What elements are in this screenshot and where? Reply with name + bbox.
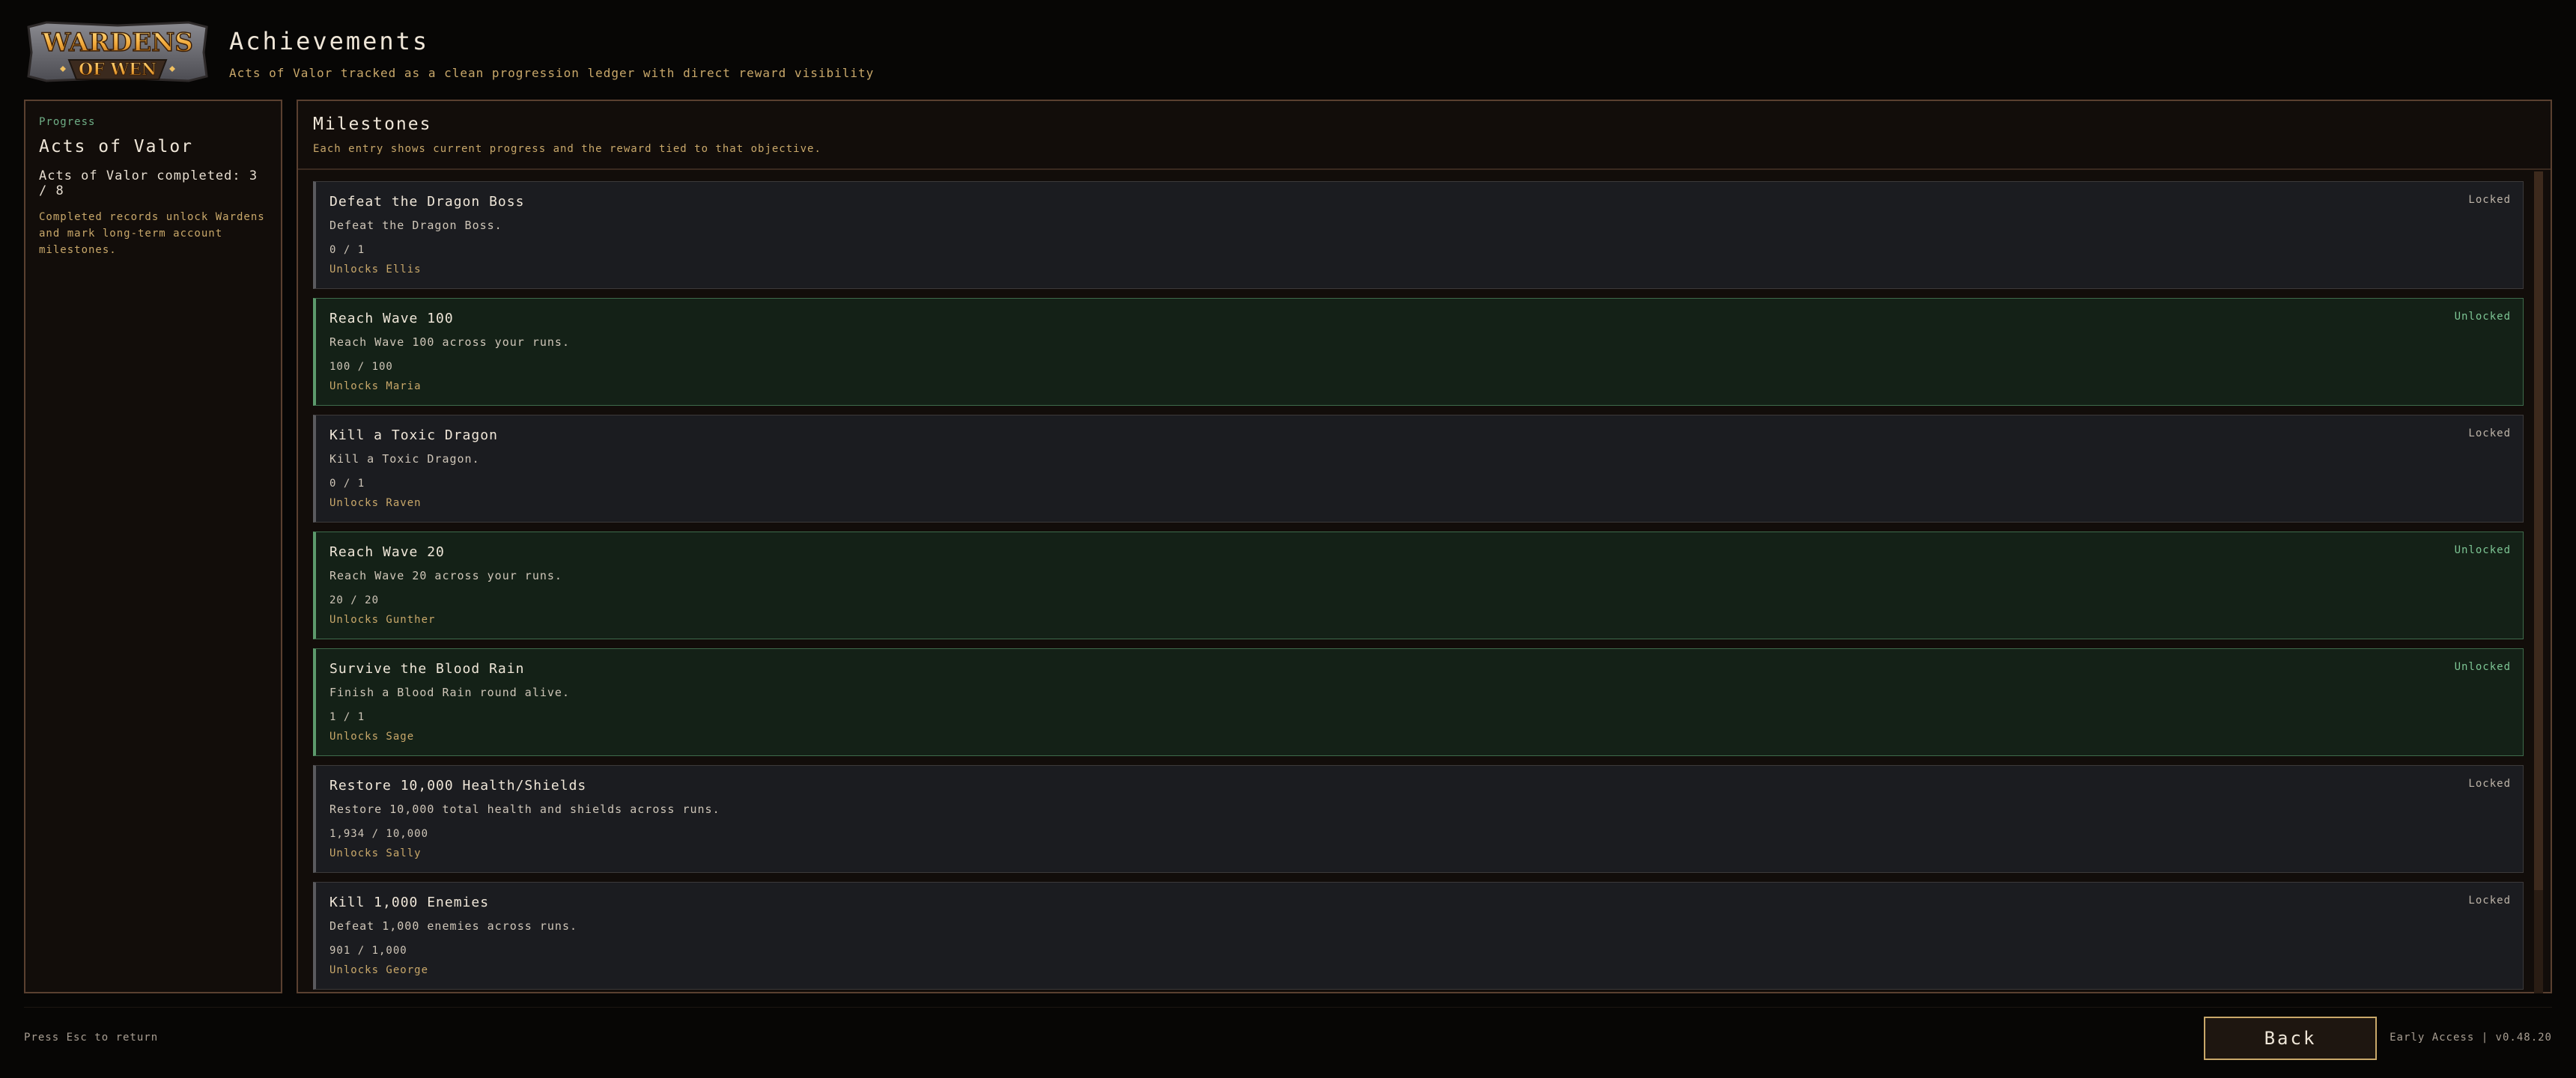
header: WARDENS OF WEN Achievements Acts of Valo… — [24, 16, 2552, 88]
milestone-reward: Unlocks Ellis — [329, 264, 422, 275]
milestone-title: Reach Wave 100 — [329, 311, 454, 326]
milestone-reward: Unlocks Sage — [329, 731, 415, 743]
milestone-card[interactable]: Kill a Toxic Dragon Kill a Toxic Dragon. 0… — [313, 415, 2524, 523]
milestone-card[interactable]: Restore 10,000 Health/Shields Restore 10,… — [313, 765, 2524, 873]
logo-line-1: WARDENS — [41, 28, 193, 58]
milestone-reward: Unlocks Maria — [329, 380, 422, 392]
milestone-reward: Unlocks Raven — [329, 497, 422, 509]
milestone-description: Defeat the Dragon Boss. — [329, 219, 502, 232]
back-button[interactable]: Back — [2204, 1017, 2377, 1060]
milestone-status: Unlocked — [2454, 661, 2511, 673]
milestone-title: Kill a Toxic Dragon — [329, 427, 498, 443]
game-logo: WARDENS OF WEN — [24, 19, 211, 84]
milestone-progress: 901 / 1,000 — [329, 945, 407, 957]
milestones-subtitle: Each entry shows current progress and th… — [313, 143, 821, 155]
milestones-panel: Milestones Each entry shows current prog… — [297, 100, 2552, 993]
milestone-list[interactable]: Defeat the Dragon Boss Defeat the Dragon … — [313, 181, 2524, 990]
milestone-title: Kill 1,000 Enemies — [329, 895, 490, 910]
milestone-description: Finish a Blood Rain round alive. — [329, 686, 570, 699]
milestone-status: Unlocked — [2454, 544, 2511, 556]
milestones-title: Milestones — [313, 115, 432, 134]
milestone-description: Kill a Toxic Dragon. — [329, 452, 480, 466]
return-hint: Press Esc to return — [24, 1032, 159, 1044]
footer-divider — [24, 1007, 2552, 1008]
milestone-progress: 20 / 20 — [329, 594, 380, 606]
progress-description: Completed records unlock Wardens and mar… — [39, 211, 265, 256]
milestone-reward: Unlocks George — [329, 964, 429, 976]
milestone-description: Restore 10,000 total health and shields … — [329, 803, 720, 816]
milestone-card[interactable]: Kill 1,000 Enemies Defeat 1,000 enemies a… — [313, 882, 2524, 990]
page-title: Achievements — [229, 27, 430, 55]
milestone-title: Survive the Blood Rain — [329, 661, 525, 677]
progress-title: Acts of Valor — [39, 137, 194, 156]
milestone-reward: Unlocks Gunther — [329, 614, 436, 626]
page-subtitle: Acts of Valor tracked as a clean progres… — [229, 66, 875, 80]
milestones-header: Milestones Each entry shows current prog… — [298, 101, 2551, 170]
progress-panel: Progress Acts of Valor Acts of Valor com… — [24, 100, 282, 993]
milestone-card[interactable]: Reach Wave 20 Reach Wave 20 across your r… — [313, 532, 2524, 639]
milestone-progress: 1 / 1 — [329, 711, 365, 723]
milestone-description: Reach Wave 100 across your runs. — [329, 335, 570, 349]
scrollbar-track[interactable] — [2534, 171, 2543, 993]
progress-count: Acts of Valor completed: 3 / 8 — [39, 168, 258, 198]
milestone-title: Defeat the Dragon Boss — [329, 194, 525, 210]
milestone-status: Locked — [2468, 895, 2511, 907]
milestone-status: Locked — [2468, 427, 2511, 439]
milestone-description: Defeat 1,000 enemies across runs. — [329, 919, 578, 933]
logo-emblem-icon: WARDENS OF WEN — [27, 21, 208, 82]
milestone-progress: 1,934 / 10,000 — [329, 828, 429, 840]
milestone-progress: 100 / 100 — [329, 361, 393, 373]
milestone-description: Reach Wave 20 across your runs. — [329, 569, 562, 582]
milestone-status: Locked — [2468, 194, 2511, 206]
milestone-title: Reach Wave 20 — [329, 544, 445, 560]
milestone-card[interactable]: Defeat the Dragon Boss Defeat the Dragon … — [313, 181, 2524, 289]
milestone-title: Restore 10,000 Health/Shields — [329, 778, 587, 794]
milestone-card[interactable]: Reach Wave 100 Reach Wave 100 across your… — [313, 298, 2524, 406]
milestone-status: Unlocked — [2454, 311, 2511, 323]
milestone-progress: 0 / 1 — [329, 244, 365, 256]
version-label: Early Access | v0.48.20 — [2390, 1032, 2552, 1044]
milestone-progress: 0 / 1 — [329, 478, 365, 490]
milestone-reward: Unlocks Sally — [329, 847, 422, 859]
progress-kicker: Progress — [39, 116, 96, 128]
logo-line-2: OF WEN — [79, 60, 157, 79]
milestone-status: Locked — [2468, 778, 2511, 790]
milestone-card[interactable]: Survive the Blood Rain Finish a Blood Rai… — [313, 648, 2524, 756]
scrollbar-thumb[interactable] — [2534, 171, 2543, 890]
